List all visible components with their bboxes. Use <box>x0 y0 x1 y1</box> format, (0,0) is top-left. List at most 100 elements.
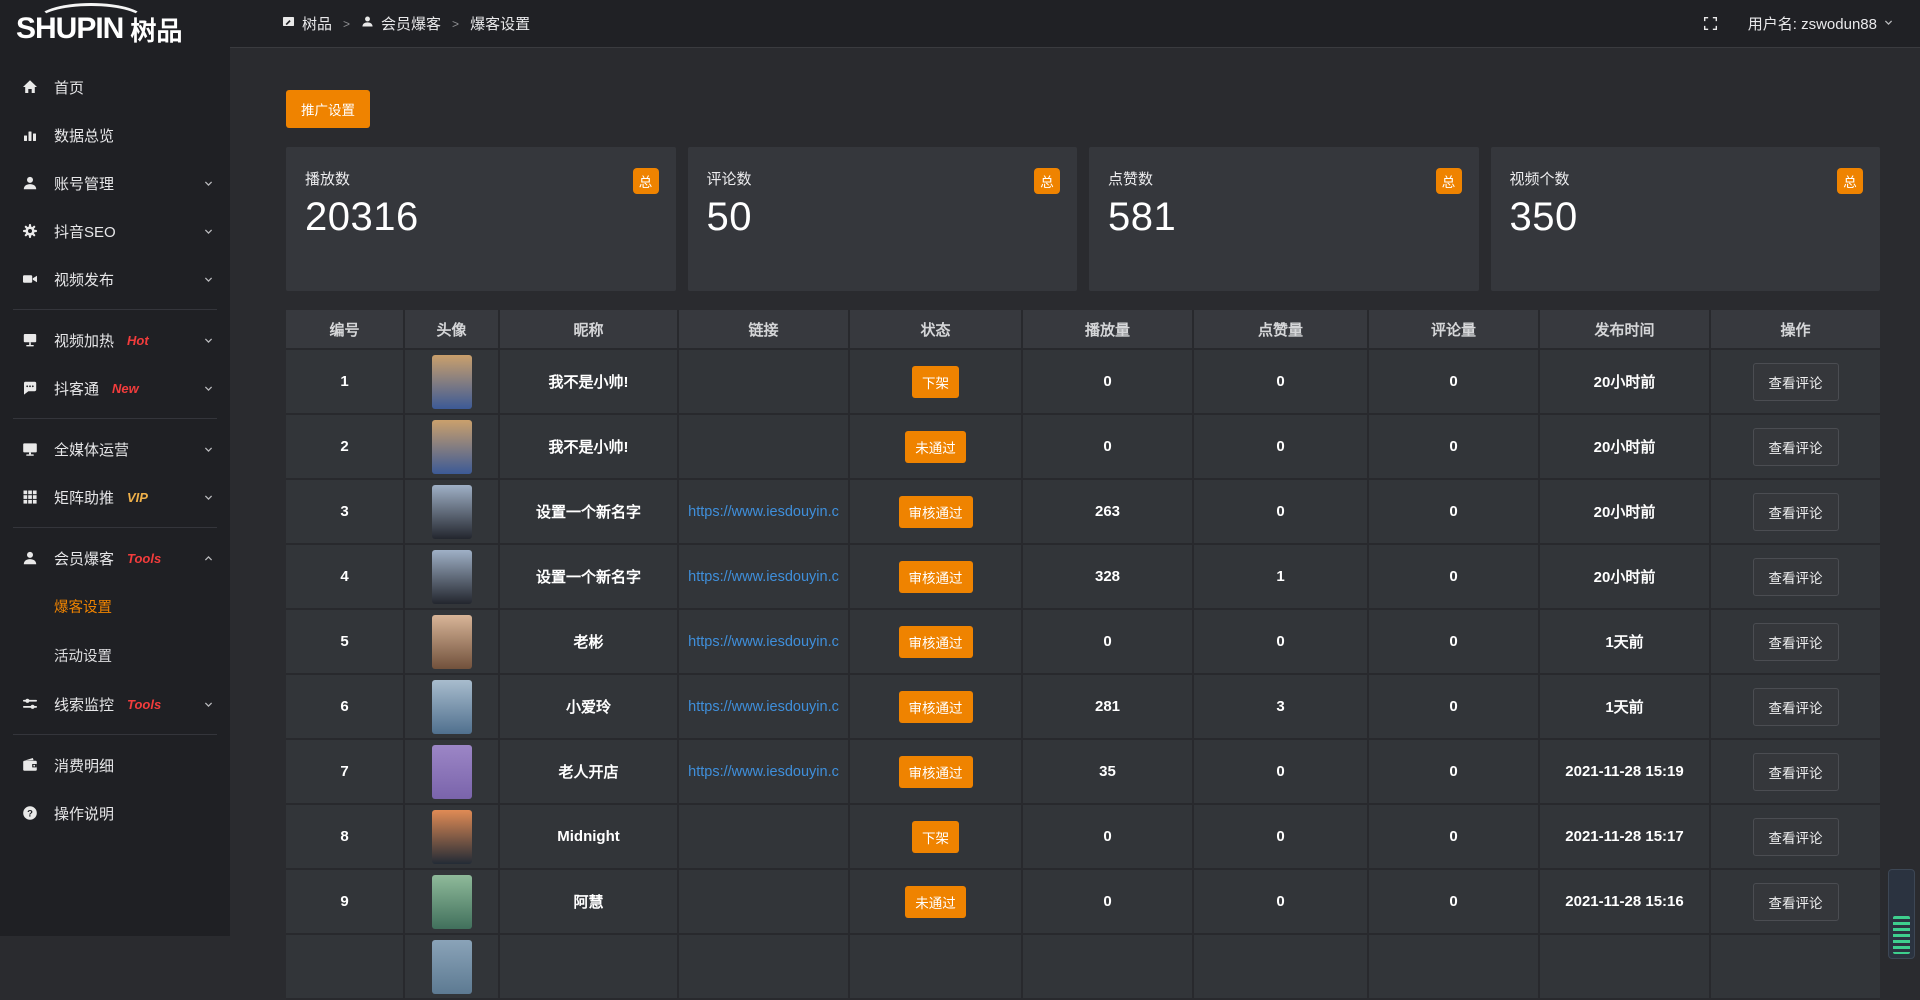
sidebar-divider <box>13 309 217 310</box>
cell-plays: 0 <box>1023 870 1194 935</box>
sidebar-item-label: 视频发布 <box>54 269 114 290</box>
chevron-down-icon <box>203 226 214 237</box>
view-comments-button[interactable]: 查看评论 <box>1753 753 1839 791</box>
stat-value: 581 <box>1108 195 1462 240</box>
sidebar-item-video-publish[interactable]: 视频发布 <box>0 255 230 303</box>
cell-likes: 0 <box>1194 415 1369 480</box>
fullscreen-icon[interactable] <box>1703 16 1718 31</box>
cell-action <box>1711 935 1880 1000</box>
avatar <box>432 420 472 474</box>
view-comments-button[interactable]: 查看评论 <box>1753 363 1839 401</box>
cell-avatar <box>405 935 500 1000</box>
sidebar-item-operation-guide[interactable]: ?操作说明 <box>0 789 230 837</box>
sidebar-subitem-activity-settings[interactable]: 活动设置 <box>0 631 230 680</box>
cell-plays: 0 <box>1023 350 1194 415</box>
cell-action: 查看评论 <box>1711 610 1880 675</box>
sidebar-item-clue-monitor[interactable]: 线索监控Tools <box>0 680 230 728</box>
cell-id: 6 <box>286 675 405 740</box>
cell-likes: 1 <box>1194 545 1369 610</box>
view-comments-button[interactable]: 查看评论 <box>1753 428 1839 466</box>
cell-id: 2 <box>286 415 405 480</box>
video-link[interactable]: https://www.iesdouyin.c <box>680 504 847 520</box>
cell-link <box>679 935 850 1000</box>
cell-action: 查看评论 <box>1711 350 1880 415</box>
cell-avatar <box>405 480 500 545</box>
breadcrumb-item-app[interactable]: 树品 <box>282 13 332 34</box>
user-icon <box>22 550 39 566</box>
video-link[interactable]: https://www.iesdouyin.c <box>680 634 847 650</box>
cell-status: 下架 <box>850 805 1023 870</box>
sidebar-item-douketong[interactable]: 抖客通New <box>0 364 230 412</box>
column-header: 操作 <box>1711 310 1880 350</box>
sidebar-subitem-label: 爆客设置 <box>54 596 112 617</box>
cell-status: 审核通过 <box>850 480 1023 545</box>
chevron-down-icon <box>203 383 214 394</box>
view-comments-button[interactable]: 查看评论 <box>1753 493 1839 531</box>
sidebar-divider <box>13 418 217 419</box>
sidebar-item-data-overview[interactable]: 数据总览 <box>0 111 230 159</box>
cell-avatar <box>405 545 500 610</box>
total-badge: 总 <box>1034 168 1060 194</box>
sidebar-item-account-manage[interactable]: 账号管理 <box>0 159 230 207</box>
username-dropdown[interactable]: 用户名: zswodun88 <box>1748 13 1894 34</box>
cell-comments: 0 <box>1369 675 1540 740</box>
cell-link: https://www.iesdouyin.c <box>679 480 850 545</box>
status-badge: 审核通过 <box>899 756 973 788</box>
cell-time <box>1540 935 1711 1000</box>
logo[interactable]: SHUPIN 树品 <box>0 0 230 58</box>
avatar <box>432 875 472 929</box>
cell-id: 4 <box>286 545 405 610</box>
sidebar-item-label: 线索监控 <box>54 694 114 715</box>
video-link[interactable]: https://www.iesdouyin.c <box>680 764 847 780</box>
sidebar-item-member-baoke[interactable]: 会员爆客Tools <box>0 534 230 582</box>
cell-comments: 0 <box>1369 740 1540 805</box>
cell-time: 1天前 <box>1540 675 1711 740</box>
video-link[interactable]: https://www.iesdouyin.c <box>680 569 847 585</box>
sidebar-item-consume-detail[interactable]: 消费明细 <box>0 741 230 789</box>
sidebar-item-label: 抖客通 <box>54 378 99 399</box>
sidebar-subitem-baoke-settings[interactable]: 爆客设置 <box>0 582 230 631</box>
cell-time: 2021-11-28 15:17 <box>1540 805 1711 870</box>
table-row: 3设置一个新名字https://www.iesdouyin.c审核通过26300… <box>286 480 1880 545</box>
cell-plays: 0 <box>1023 610 1194 675</box>
cell-id: 3 <box>286 480 405 545</box>
topbar: 树品>会员爆客>爆客设置 用户名: zswodun88 <box>230 0 1920 48</box>
sidebar-item-video-heat[interactable]: 视频加热Hot <box>0 316 230 364</box>
promo-settings-button[interactable]: 推广设置 <box>286 90 370 128</box>
avatar <box>432 355 472 409</box>
view-comments-button[interactable]: 查看评论 <box>1753 558 1839 596</box>
view-comments-button[interactable]: 查看评论 <box>1753 623 1839 661</box>
sidebar-item-home[interactable]: 首页 <box>0 63 230 111</box>
chevron-down-icon <box>1883 15 1894 32</box>
sidebar-item-label: 全媒体运营 <box>54 439 129 460</box>
view-comments-button[interactable]: 查看评论 <box>1753 818 1839 856</box>
cell-avatar <box>405 805 500 870</box>
view-comments-button[interactable]: 查看评论 <box>1753 883 1839 921</box>
column-header: 昵称 <box>500 310 679 350</box>
video-link[interactable]: https://www.iesdouyin.c <box>680 699 847 715</box>
chat-icon <box>22 380 39 396</box>
cell-action: 查看评论 <box>1711 415 1880 480</box>
sidebar-item-douyin-seo[interactable]: 抖音SEO <box>0 207 230 255</box>
breadcrumb-item-baoke-settings[interactable]: 爆客设置 <box>470 13 530 34</box>
cell-plays: 263 <box>1023 480 1194 545</box>
cell-avatar <box>405 350 500 415</box>
sliders-icon <box>22 696 39 712</box>
cell-time: 1天前 <box>1540 610 1711 675</box>
avatar <box>432 615 472 669</box>
view-comments-button[interactable]: 查看评论 <box>1753 688 1839 726</box>
cell-nickname: 我不是小帅! <box>500 415 679 480</box>
breadcrumb-item-member-baoke[interactable]: 会员爆客 <box>361 13 441 34</box>
cell-link: https://www.iesdouyin.c <box>679 740 850 805</box>
sidebar-item-tag: Hot <box>127 333 149 348</box>
sidebar-item-matrix-boost[interactable]: 矩阵助推VIP <box>0 473 230 521</box>
cell-link <box>679 870 850 935</box>
chevron-down-icon <box>203 444 214 455</box>
table-row <box>286 935 1880 1000</box>
stat-value: 20316 <box>305 195 659 240</box>
cell-avatar <box>405 870 500 935</box>
sidebar-item-all-media[interactable]: 全媒体运营 <box>0 425 230 473</box>
cell-likes: 3 <box>1194 675 1369 740</box>
cell-likes: 0 <box>1194 805 1369 870</box>
cell-time: 20小时前 <box>1540 480 1711 545</box>
